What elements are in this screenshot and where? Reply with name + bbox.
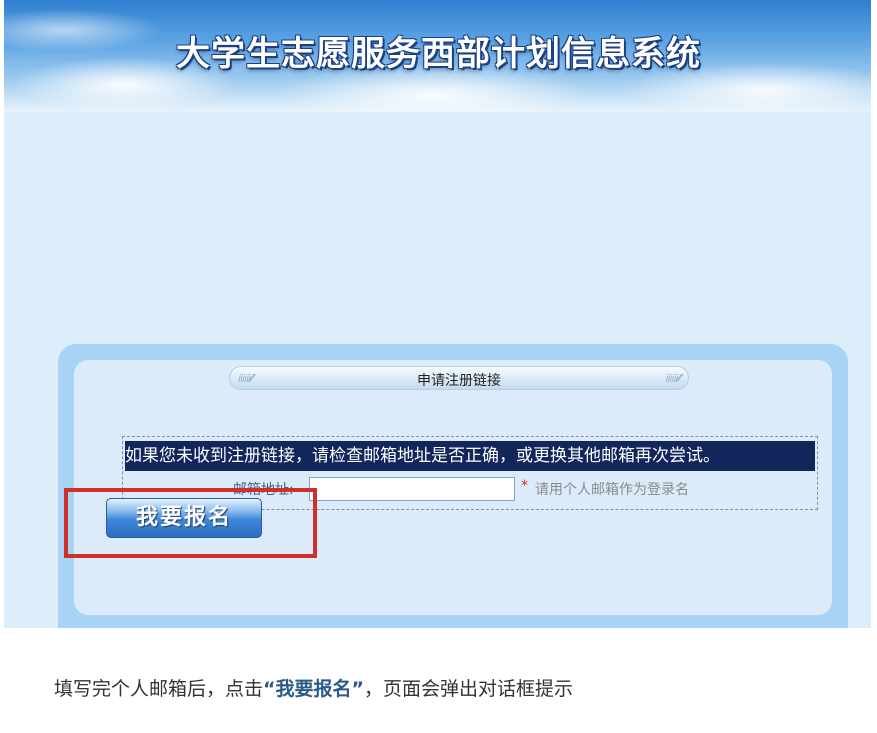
email-hint: 请用个人邮箱作为登录名 [535, 482, 689, 498]
caption-emphasis: “我要报名” [263, 678, 364, 700]
notice-message: 如果您未收到注册链接，请检查邮箱地址是否正确，或更换其他邮箱再次尝试。 [125, 441, 815, 471]
panel-title: 申请注册链接 [417, 373, 501, 389]
email-input[interactable] [309, 477, 515, 501]
caption-text-after: ，页面会弹出对话框提示 [364, 678, 574, 700]
tab-decoration-right: ⅱⅱⅱ⁄⁄⁄ [665, 372, 681, 385]
system-title: 大学生志愿服务西部计划信息系统 [176, 34, 701, 74]
registration-panel: ⅱⅱⅱ⁄⁄⁄ 申请注册链接 ⅱⅱⅱ⁄⁄⁄ 如果您未收到注册链接，请检查邮箱地址是… [58, 344, 848, 628]
header-banner: 大学生志愿服务西部计划信息系统 [4, 0, 871, 112]
caption-text-before: 填写完个人邮箱后，点击 [54, 678, 264, 700]
panel-tab: ⅱⅱⅱ⁄⁄⁄ 申请注册链接 ⅱⅱⅱ⁄⁄⁄ [229, 366, 689, 390]
instruction-caption: 填写完个人邮箱后，点击“我要报名”，页面会弹出对话框提示 [54, 674, 573, 701]
annotation-highlight-box [64, 488, 317, 558]
required-mark: * [521, 478, 528, 494]
